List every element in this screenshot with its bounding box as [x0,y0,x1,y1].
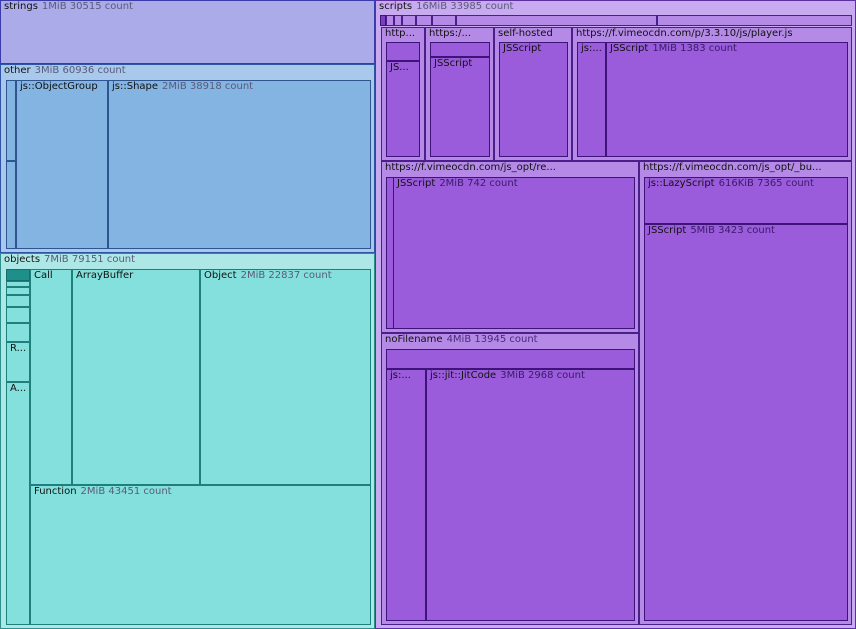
node-nofilename-label: noFilename 4MiB 13945 count [385,334,538,345]
node-scripts-label: scripts 16MiB 33985 count [379,1,514,12]
node-js-trunc3-label: js:... [390,370,411,381]
node-scripts-strip-4[interactable] [402,15,416,26]
node-js-trunc1-label: JS... [390,62,409,73]
node-strings-label: strings 1MiB 30515 count [4,1,133,12]
node-object[interactable]: Object 2MiB 22837 count [200,269,371,485]
node-r-trunc-label: R... [10,343,27,354]
node-jitcode[interactable]: js::jit::JitCode 3MiB 2968 count [426,369,635,621]
node-object-label: Object 2MiB 22837 count [204,270,332,281]
node-jsscript-b[interactable]: JSScript [499,42,568,157]
node-js-trunc3[interactable]: js:... [386,369,426,621]
node-js-trunc2-label: js:... [581,43,602,54]
node-lazyscript[interactable]: js::LazyScript 616KiB 7365 count [644,177,848,224]
node-player[interactable]: https://f.vimeocdn.com/p/3.3.10/js/playe… [572,27,852,161]
node-scripts-strip-6[interactable] [432,15,456,26]
node-scripts-strip-5[interactable] [416,15,432,26]
node-call[interactable]: Call [30,269,72,485]
node-jsscript-a[interactable]: JSScript [430,57,490,157]
node-objects-tiny-6[interactable] [6,323,30,342]
node-function[interactable]: Function 2MiB 43451 count [30,485,371,625]
node-a-trunc-label: A... [10,383,27,394]
node-scripts-strip-8[interactable] [657,15,852,26]
node-jsopt-re-label: https://f.vimeocdn.com/js_opt/re... [385,162,556,173]
node-objectgroup[interactable]: js::ObjectGroup [16,80,108,249]
node-arraybuffer[interactable]: ArrayBuffer [72,269,200,485]
node-http-trunc[interactable]: http... JS... [381,27,425,161]
node-https-trunc-label: https:/... [429,28,472,39]
node-function-label: Function 2MiB 43451 count [34,486,172,497]
node-a-trunc[interactable]: A... [6,382,30,625]
node-jsscript-d[interactable]: JSScript 2MiB 742 count [393,177,635,329]
node-other[interactable]: other 3MiB 60936 count js::ObjectGroup js… [0,64,375,253]
node-jsopt-re[interactable]: https://f.vimeocdn.com/js_opt/re... JSSc… [381,161,639,333]
node-js-trunc2[interactable]: js:... [577,42,606,157]
node-jsscript-d-label: JSScript 2MiB 742 count [397,178,518,189]
node-jsscript-a-label: JSScript [434,58,473,69]
node-jsscript-c[interactable]: JSScript 1MiB 1383 count [606,42,848,157]
node-other-small-1[interactable] [6,80,16,161]
node-jsopt-bu[interactable]: https://f.vimeocdn.com/js_opt/_bu... js:… [639,161,852,625]
node-jsopt-bu-label: https://f.vimeocdn.com/js_opt/_bu... [643,162,822,173]
node-scripts-strip-7[interactable] [456,15,657,26]
node-http-trunc-label: http... [385,28,416,39]
node-lazyscript-label: js::LazyScript 616KiB 7365 count [648,178,814,189]
node-player-label: https://f.vimeocdn.com/p/3.3.10/js/playe… [576,28,793,39]
node-call-label: Call [34,270,53,281]
node-objects-label: objects 7MiB 79151 count [4,254,136,265]
node-objects-tiny-1[interactable] [6,269,30,281]
node-arraybuffer-label: ArrayBuffer [76,270,134,281]
node-scripts[interactable]: scripts 16MiB 33985 count http... JS... h… [375,0,856,629]
node-http-small[interactable] [386,42,420,61]
node-jsscript-c-label: JSScript 1MiB 1383 count [610,43,737,54]
node-jitcode-label: js::jit::JitCode 3MiB 2968 count [430,370,585,381]
node-nofilename-small[interactable] [386,349,635,369]
node-objects-tiny-5[interactable] [6,307,30,323]
node-scripts-strip-3[interactable] [394,15,402,26]
node-jsscript-e[interactable]: JSScript 5MiB 3423 count [644,224,848,621]
node-r-trunc[interactable]: R... [6,342,30,382]
node-other-label: other 3MiB 60936 count [4,65,126,76]
node-objects[interactable]: objects 7MiB 79151 count R... A... Call A… [0,253,375,629]
node-strings[interactable]: strings 1MiB 30515 count [0,0,375,64]
node-other-small-2[interactable] [6,161,16,249]
node-shape[interactable]: js::Shape 2MiB 38918 count [108,80,371,249]
node-nofilename[interactable]: noFilename 4MiB 13945 count js:... js::ji… [381,333,639,625]
node-objectgroup-label: js::ObjectGroup [20,81,98,92]
node-selfhosted[interactable]: self-hosted JSScript [494,27,572,161]
node-objects-tiny-4[interactable] [6,295,30,307]
node-scripts-strip-2[interactable] [386,15,394,26]
node-jsscript-b-label: JSScript [503,43,542,54]
node-objects-tiny-3[interactable] [6,287,30,295]
node-selfhosted-label: self-hosted [498,28,553,39]
node-jsscript-e-label: JSScript 5MiB 3423 count [648,225,775,236]
node-https-trunc[interactable]: https:/... JSScript [425,27,494,161]
node-shape-label: js::Shape 2MiB 38918 count [112,81,254,92]
node-js-trunc1[interactable]: JS... [386,61,420,157]
node-https-small[interactable] [430,42,490,57]
